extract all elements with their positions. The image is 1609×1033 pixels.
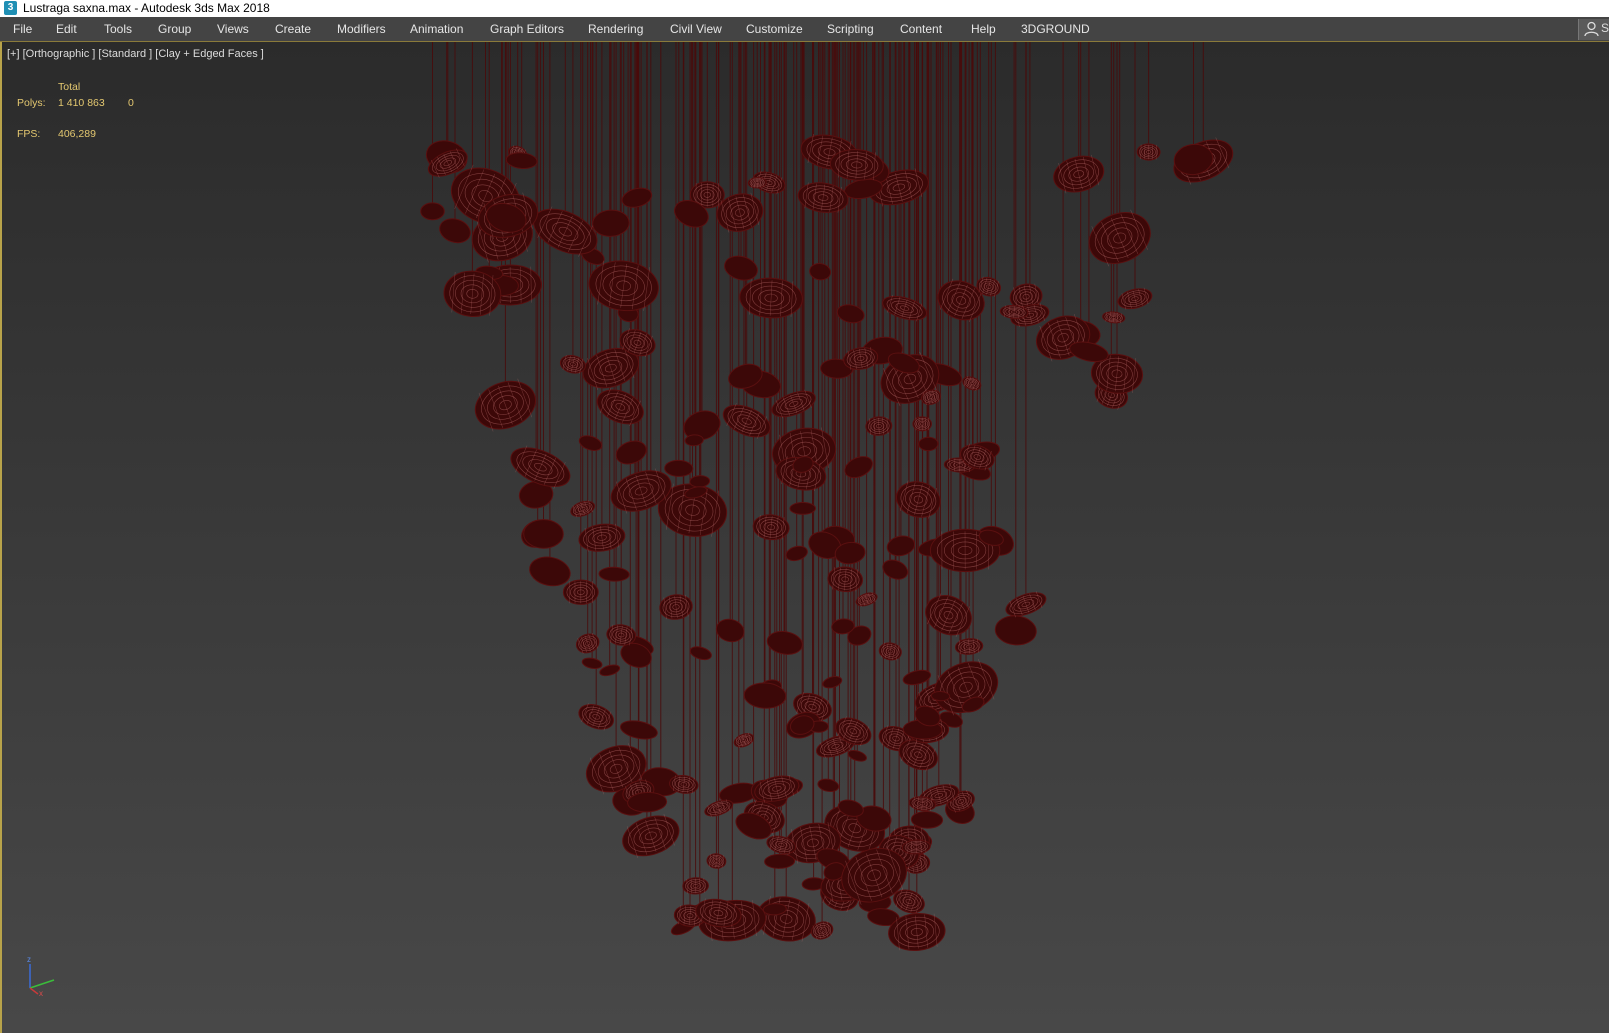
menu-content[interactable]: Content [898, 17, 944, 41]
menu-modifiers[interactable]: Modifiers [335, 17, 388, 41]
account-button[interactable]: S [1578, 19, 1609, 40]
menu-customize[interactable]: Customize [744, 17, 805, 41]
stats-polys-label: Polys: [17, 97, 46, 109]
menu-animation[interactable]: Animation [408, 17, 465, 41]
menu-civil-view[interactable]: Civil View [668, 17, 724, 41]
axis-gizmo: z x [27, 955, 55, 996]
user-icon [1584, 21, 1599, 37]
stats-total-label: Total [58, 81, 81, 93]
account-label: S [1601, 21, 1609, 35]
menu-file[interactable]: File [11, 17, 34, 41]
stats-polys-selected: 0 [128, 97, 134, 109]
viewport-label[interactable]: [+] [Orthographic ] [Standard ] [Clay + … [7, 48, 264, 60]
menu-graph-editors[interactable]: Graph Editors [488, 17, 566, 41]
viewport-perspective[interactable]: [+] [Orthographic ] [Standard ] [Clay + … [0, 42, 1609, 1033]
menu-3dground[interactable]: 3DGROUND [1019, 17, 1092, 41]
app-icon[interactable]: 3 [4, 1, 17, 15]
menu-tools[interactable]: Tools [102, 17, 134, 41]
chandelier-mesh[interactable] [2, 42, 1609, 1033]
stats-fps-label: FPS: [17, 128, 41, 140]
menu-edit[interactable]: Edit [54, 17, 79, 41]
window-title: Lustraga saxna.max - Autodesk 3ds Max 20… [23, 1, 270, 15]
menu-help[interactable]: Help [969, 17, 998, 41]
stats-polys-value: 1 410 863 [58, 97, 105, 109]
menu-group[interactable]: Group [156, 17, 193, 41]
stats-fps-value: 406,289 [58, 128, 96, 140]
menu-create[interactable]: Create [273, 17, 313, 41]
menubar: File Edit Tools Group Views Create Modif… [0, 17, 1609, 42]
window-titlebar: 3 Lustraga saxna.max - Autodesk 3ds Max … [0, 0, 1609, 17]
menu-rendering[interactable]: Rendering [586, 17, 645, 41]
menu-scripting[interactable]: Scripting [825, 17, 876, 41]
axis-z-label: z [27, 955, 31, 964]
menu-views[interactable]: Views [215, 17, 251, 41]
axis-x-label: x [39, 989, 43, 996]
